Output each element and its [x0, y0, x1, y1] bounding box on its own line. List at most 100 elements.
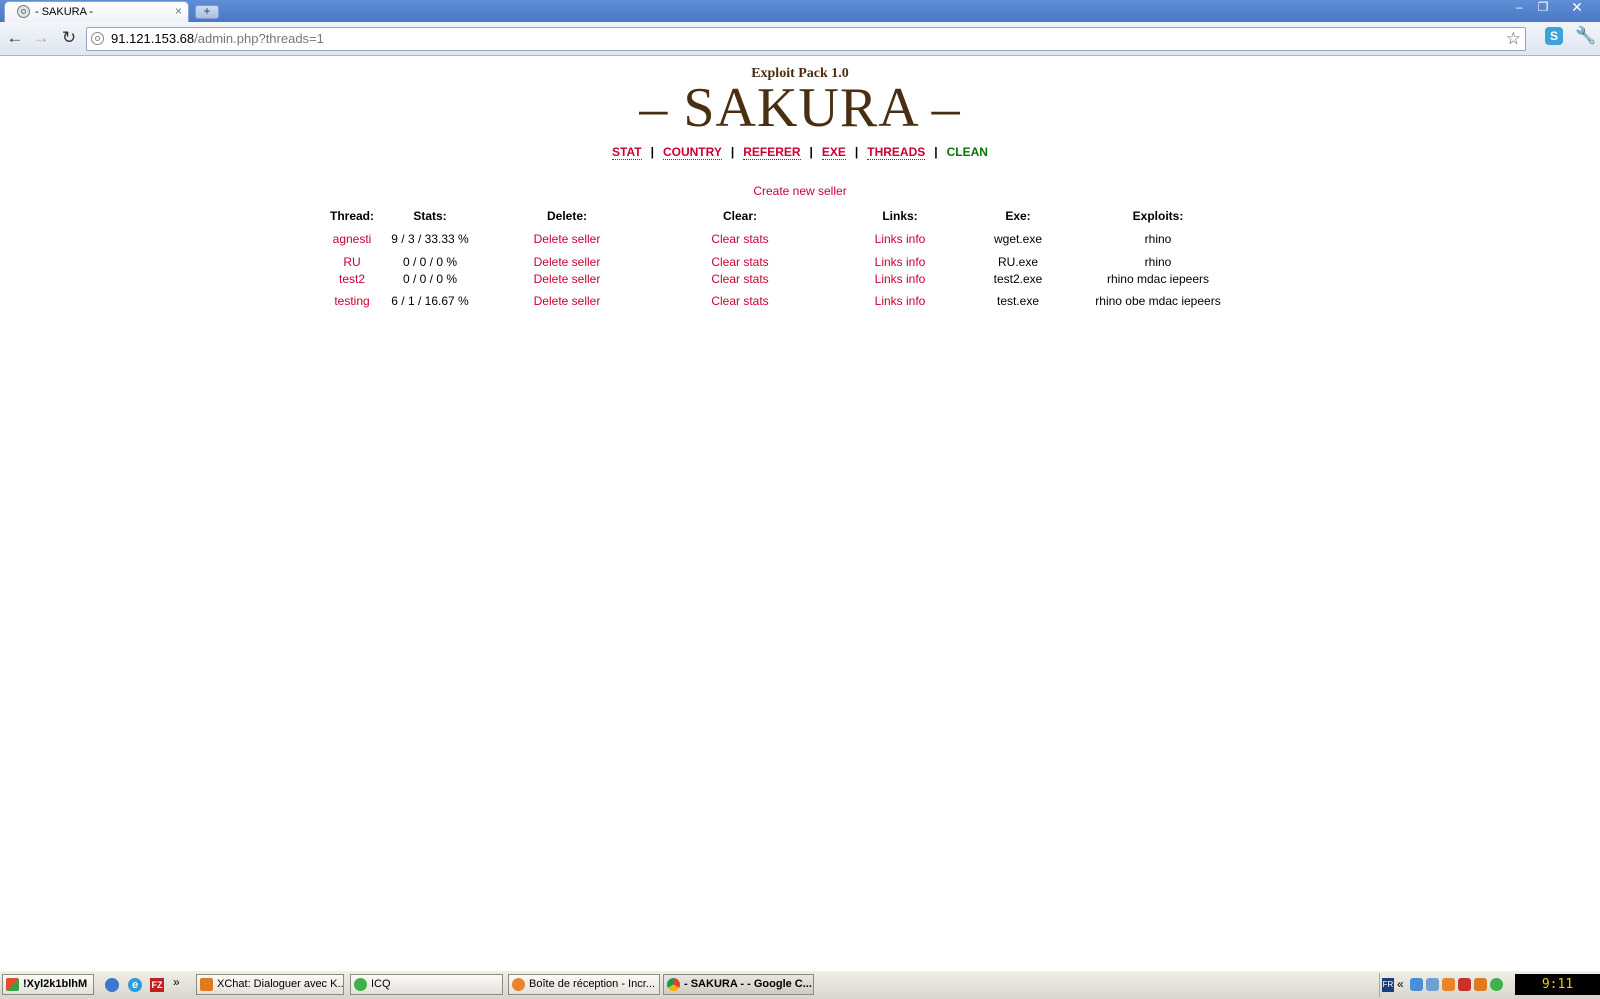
menu-exe[interactable]: EXE	[821, 145, 846, 160]
links-info-link[interactable]: Links info	[875, 232, 926, 246]
menu-separator: |	[854, 145, 859, 159]
taskbar-item-chrome[interactable]: - SAKURA - - Google C...	[663, 974, 814, 995]
clear-stats-link[interactable]: Clear stats	[711, 294, 768, 308]
stats-cell: 0 / 0 / 0 %	[402, 271, 458, 286]
browser-title-bar: - SAKURA - × + – ❐ ✕	[0, 0, 1600, 22]
ie-letter: e	[131, 979, 139, 991]
sakura-logo: – SAKURA –	[639, 77, 961, 139]
exploits-cell: rhino mdac iepeers	[1106, 271, 1210, 286]
show-desktop-icon[interactable]	[105, 978, 119, 992]
menu-referer[interactable]: REFERER	[743, 145, 801, 160]
mail-icon	[512, 978, 525, 991]
table-row: RU 0 / 0 / 0 % Delete seller Clear stats…	[318, 253, 1260, 270]
network-icon[interactable]	[1410, 978, 1423, 991]
browser-tab-active[interactable]: - SAKURA - ×	[4, 1, 189, 22]
taskbar-item-xchat[interactable]: XChat: Dialoguer avec K...	[196, 974, 344, 995]
col-stats: Stats:	[413, 209, 447, 223]
quick-launch-more-icon[interactable]: »	[173, 975, 180, 989]
minimize-window-button[interactable]: –	[1509, 0, 1529, 14]
xchat-icon	[200, 978, 213, 991]
threads-table: Thread: Stats: Delete: Clear: Links: Exe…	[318, 207, 1260, 315]
url-host: 91.121.153.68	[111, 31, 195, 46]
system-tray: FR « 9:11	[1379, 973, 1600, 997]
mail-tray-icon[interactable]	[1442, 978, 1455, 991]
links-info-link[interactable]: Links info	[875, 294, 926, 308]
windows-taskbar: !Xyl2k1blhM e FZ » XChat: Dialoguer avec…	[0, 970, 1600, 999]
new-tab-button[interactable]: +	[195, 5, 219, 19]
start-label: !Xyl2k1blhM	[23, 978, 88, 990]
col-delete: Delete:	[546, 209, 587, 223]
stats-cell: 9 / 3 / 33.33 %	[391, 232, 469, 246]
tray-expand-icon[interactable]: «	[1397, 977, 1404, 991]
delete-seller-link[interactable]: Delete seller	[534, 294, 601, 308]
windows-logo-icon	[6, 978, 19, 991]
address-url[interactable]: 91.121.153.68/admin.php?threads=1	[111, 31, 324, 46]
icq-tray-icon[interactable]	[1490, 978, 1503, 991]
close-window-button[interactable]: ✕	[1567, 0, 1587, 14]
menu-country[interactable]: COUNTRY	[662, 145, 722, 160]
chrome-icon	[667, 978, 680, 991]
wrench-menu-icon[interactable]: 🔧	[1575, 26, 1596, 46]
exe-cell: test.exe	[996, 294, 1040, 308]
taskbar-item-icq[interactable]: ICQ	[350, 974, 503, 995]
internet-explorer-icon[interactable]: e	[128, 978, 142, 992]
table-header-row: Thread: Stats: Delete: Clear: Links: Exe…	[318, 207, 1260, 225]
filezilla-icon[interactable]: FZ	[150, 978, 164, 992]
skype-extension-icon[interactable]: S	[1545, 27, 1563, 45]
url-path: /admin.php?threads=1	[194, 31, 324, 46]
browser-toolbar: ← → ↻ 91.121.153.68/admin.php?threads=1 …	[0, 22, 1600, 56]
clear-stats-link[interactable]: Clear stats	[711, 272, 768, 286]
delete-seller-link[interactable]: Delete seller	[534, 272, 601, 286]
table-row: testing 6 / 1 / 16.67 % Delete seller Cl…	[318, 287, 1260, 315]
page-content: Exploit Pack 1.0 – SAKURA – STAT | COUNTRY…	[0, 57, 1600, 968]
delete-seller-link[interactable]: Delete seller	[534, 255, 601, 269]
bookmark-star-icon[interactable]: ☆	[1506, 29, 1521, 49]
thread-link[interactable]: test2	[339, 272, 365, 286]
taskbar-item-label: ICQ	[371, 978, 391, 990]
col-thread: Thread:	[329, 209, 374, 223]
thread-link[interactable]: RU	[343, 255, 360, 269]
clear-stats-link[interactable]: Clear stats	[711, 232, 768, 246]
forward-button[interactable]: →	[30, 27, 52, 49]
col-links: Links:	[882, 209, 918, 223]
menu-separator: |	[730, 145, 735, 159]
col-exe: Exe:	[1005, 209, 1031, 223]
exe-cell: test2.exe	[993, 271, 1043, 286]
reload-button[interactable]: ↻	[58, 27, 80, 49]
tab-close-icon[interactable]: ×	[175, 4, 182, 18]
security-icon[interactable]	[1426, 978, 1439, 991]
main-menu: STAT | COUNTRY | REFERER | EXE | THREADS | CLEAN	[0, 145, 1600, 160]
menu-threads[interactable]: THREADS	[867, 145, 926, 160]
taskbar-item-label: Boîte de réception - Incr...	[529, 978, 655, 990]
exe-cell: wget.exe	[993, 232, 1043, 246]
clear-stats-link[interactable]: Clear stats	[711, 255, 768, 269]
col-exploits: Exploits:	[1132, 209, 1184, 223]
table-row: test2 0 / 0 / 0 % Delete seller Clear st…	[318, 270, 1260, 287]
language-indicator[interactable]: FR	[1382, 978, 1394, 992]
shield-icon[interactable]	[1458, 978, 1471, 991]
links-info-link[interactable]: Links info	[875, 272, 926, 286]
restore-window-button[interactable]: ❐	[1533, 0, 1553, 14]
delete-seller-link[interactable]: Delete seller	[534, 232, 601, 246]
menu-separator: |	[650, 145, 654, 159]
xchat-tray-icon[interactable]	[1474, 978, 1487, 991]
thread-link[interactable]: testing	[334, 294, 369, 308]
thread-link[interactable]: agnesti	[333, 232, 372, 246]
stats-cell: 0 / 0 / 0 %	[402, 254, 458, 269]
stats-cell: 6 / 1 / 16.67 %	[391, 294, 469, 308]
create-seller-link[interactable]: Create new seller	[0, 184, 1600, 198]
taskbar-item-label: XChat: Dialoguer avec K...	[217, 978, 344, 990]
menu-separator: |	[934, 145, 938, 159]
clock[interactable]: 9:11	[1515, 974, 1600, 995]
address-bar[interactable]: 91.121.153.68/admin.php?threads=1 ☆	[86, 27, 1526, 51]
taskbar-item-inbox[interactable]: Boîte de réception - Incr...	[508, 974, 660, 995]
menu-clean[interactable]: CLEAN	[947, 145, 988, 159]
exploits-cell: rhino	[1144, 232, 1172, 246]
table-row: agnesti 9 / 3 / 33.33 % Delete seller Cl…	[318, 225, 1260, 253]
page-globe-icon	[91, 32, 104, 45]
start-button[interactable]: !Xyl2k1blhM	[2, 974, 94, 995]
menu-stat[interactable]: STAT	[612, 145, 642, 160]
links-info-link[interactable]: Links info	[875, 255, 926, 269]
menu-separator: |	[809, 145, 813, 159]
back-button[interactable]: ←	[4, 27, 26, 49]
